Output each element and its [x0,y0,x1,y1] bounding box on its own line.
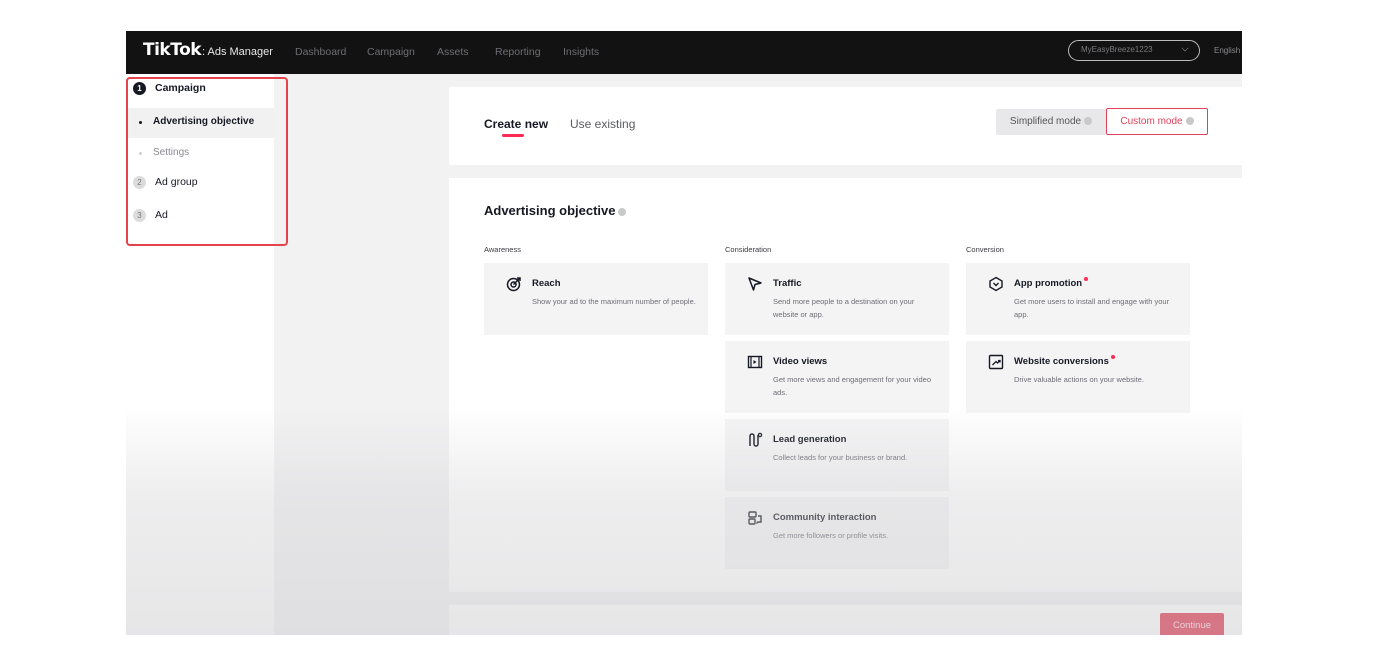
objective-title: App promotion [1014,277,1089,289]
nav-insights[interactable]: Insights [563,46,599,58]
language-selector[interactable]: English [1214,46,1240,55]
column-consideration: Consideration [725,245,772,254]
objective-title-text: Website conversions [1014,356,1109,367]
video-views-icon [747,355,763,369]
nav-campaign[interactable]: Campaign [367,46,415,58]
objective-app-promotion[interactable]: App promotion Get more users to install … [966,263,1190,335]
objective-description: Drive valuable actions on your website. [1014,375,1145,384]
objective-title: Community interaction [773,512,877,523]
objective-description: Show your ad to the maximum number of pe… [532,297,696,306]
objective-description: Send more people to a destination on you… [773,297,915,319]
community-interaction-icon [748,511,762,525]
traffic-icon [748,277,762,291]
objective-traffic[interactable]: Traffic Send more people to a destinatio… [725,263,949,335]
column-conversion: Conversion [966,245,1004,254]
objective-title: Traffic [773,278,802,289]
nav-dashboard[interactable]: Dashboard [295,46,346,58]
tiktok-logo[interactable]: TikTok [143,40,202,60]
objective-description: Collect leads for your business or brand… [773,453,908,462]
objective-title: Website conversions [1014,355,1115,367]
custom-mode-button[interactable]: Custom mode [1106,108,1208,135]
objective-title-text: App promotion [1014,278,1083,289]
website-conversions-icon [988,354,1004,370]
objective-title: Reach [532,278,561,289]
objective-community-interaction[interactable]: Community interaction Get more followers… [725,497,949,569]
custom-mode-label: Custom mode [1120,116,1183,127]
active-tab-indicator [502,134,524,137]
top-navigation-bar: TikTok : Ads Manager Dashboard Campaign … [126,31,1242,74]
simplified-mode-button[interactable]: Simplified mode [996,109,1106,135]
tab-create-new[interactable]: Create new [484,117,548,131]
lead-generation-icon [749,432,763,447]
continue-button[interactable]: Continue [1160,613,1224,635]
objective-title: Lead generation [773,434,847,445]
objective-title: Video views [773,356,828,367]
nav-assets[interactable]: Assets [437,46,469,58]
app-promotion-icon [989,276,1003,292]
objective-lead-generation[interactable]: Lead generation Collect leads for your b… [725,419,949,491]
help-icon[interactable] [1185,117,1194,126]
account-selector[interactable]: MyEasyBreeze1223 [1068,40,1200,61]
tab-use-existing[interactable]: Use existing [570,117,635,131]
column-awareness: Awareness [484,245,521,254]
objective-video-views[interactable]: Video views Get more views and engagemen… [725,341,949,413]
account-name: MyEasyBreeze1223 [1081,45,1153,54]
simplified-mode-label: Simplified mode [1009,116,1082,127]
new-badge-dot [1110,355,1115,359]
help-icon[interactable] [1084,117,1093,126]
help-icon[interactable] [618,207,627,216]
reach-icon [506,277,521,292]
chevron-down-icon [1181,44,1189,52]
new-badge-dot [1084,277,1089,281]
ads-manager-label: : Ads Manager [202,46,273,58]
objective-description: Get more users to install and engage wit… [1014,297,1170,319]
objective-reach[interactable]: Reach Show your ad to the maximum number… [484,263,708,335]
nav-reporting[interactable]: Reporting [495,46,541,58]
objective-description: Get more followers or profile visits. [773,531,889,540]
section-title: Advertising objective [484,203,627,218]
ads-manager-app: TikTok : Ads Manager Dashboard Campaign … [126,31,1242,635]
objective-description: Get more views and engagement for your v… [773,375,932,397]
objective-title: Advertising objective [484,203,616,218]
footer-bar [449,605,1242,635]
objective-website-conversions[interactable]: Website conversions Drive valuable actio… [966,341,1190,413]
highlight-box [126,77,288,246]
